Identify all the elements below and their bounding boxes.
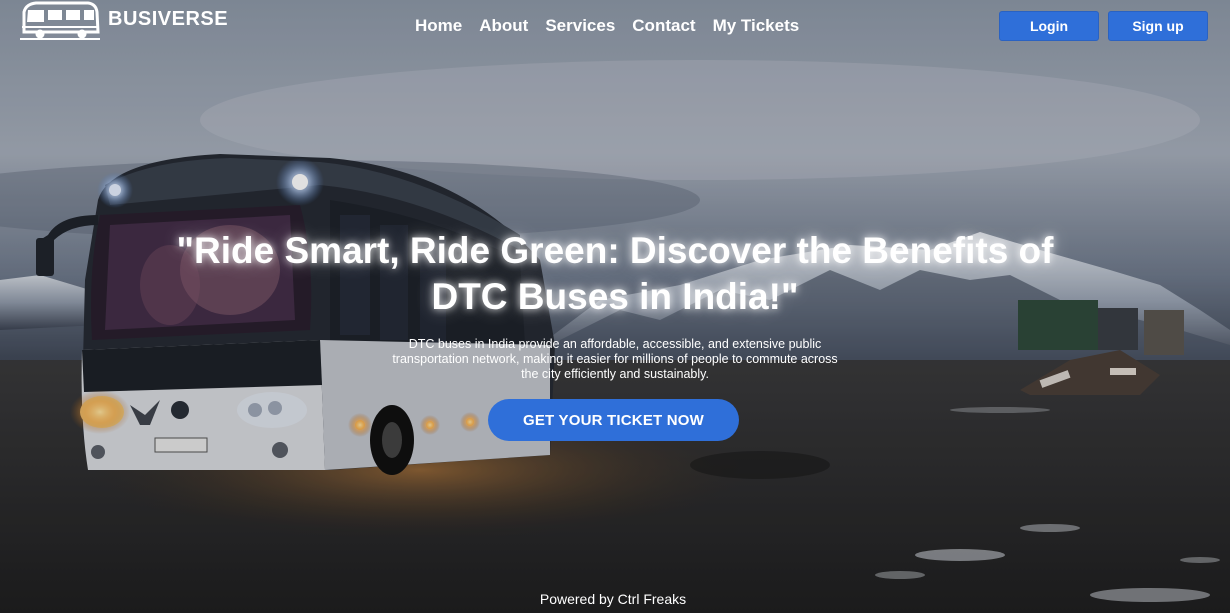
login-button[interactable]: Login <box>999 11 1099 41</box>
nav-link-contact[interactable]: Contact <box>632 16 695 36</box>
landing-page: BUSIVERSE Home About Services Contact My… <box>0 0 1230 613</box>
nav-link-about[interactable]: About <box>479 16 528 36</box>
hero-title: "Ride Smart, Ride Green: Discover the Be… <box>176 230 1054 317</box>
nav-link-my-tickets[interactable]: My Tickets <box>713 16 800 36</box>
main-nav: Home About Services Contact My Tickets <box>415 16 799 36</box>
footer-credit: Powered by Ctrl Freaks <box>539 591 687 607</box>
nav-link-home[interactable]: Home <box>415 16 462 36</box>
brand-name: BUSIVERSE <box>108 7 229 30</box>
auth-buttons: Login Sign up <box>999 11 1208 41</box>
get-ticket-button[interactable]: GET YOUR TICKET NOW <box>488 399 739 441</box>
brand-logo[interactable]: BUSIVERSE <box>18 0 228 42</box>
signup-button[interactable]: Sign up <box>1108 11 1208 41</box>
hero-description: DTC buses in India provide an affordable… <box>392 337 838 381</box>
bus-icon <box>20 1 100 40</box>
nav-link-services[interactable]: Services <box>545 16 615 36</box>
